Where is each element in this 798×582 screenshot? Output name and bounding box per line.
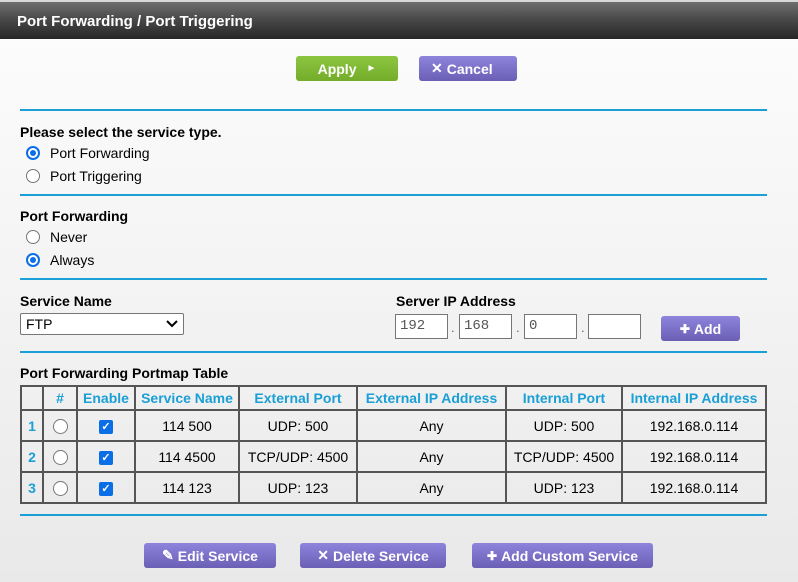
portmap-table: # Enable Service Name External Port Exte…	[20, 385, 767, 504]
pencil-icon: ✎	[162, 547, 174, 563]
external-ip-cell: Any	[356, 471, 507, 504]
row-index: 3	[20, 471, 44, 504]
ip-octet-1-input[interactable]: 192	[395, 314, 448, 339]
close-icon: ✕	[317, 547, 329, 563]
internal-ip-cell: 192.168.0.114	[621, 440, 767, 473]
enable-checkbox[interactable]: ✓	[99, 482, 113, 496]
server-ip-label: Server IP Address	[396, 293, 516, 309]
enable-checkbox[interactable]: ✓	[99, 420, 113, 434]
add-button-label: Add	[693, 320, 722, 337]
ip-octet-3-input[interactable]: 0	[524, 314, 577, 339]
radio-button[interactable]	[26, 253, 40, 267]
table-row: 2 ✓ 114 4500 TCP/UDP: 4500 Any TCP/UDP: …	[20, 440, 767, 473]
radio-button[interactable]	[26, 230, 40, 244]
add-custom-service-button[interactable]: ✚ Add Custom Service	[472, 543, 653, 568]
separator	[20, 351, 767, 353]
internal-ip-cell: 192.168.0.114	[621, 471, 767, 504]
delete-service-button[interactable]: ✕ Delete Service	[300, 543, 446, 568]
ip-octet-2-input[interactable]: 168	[459, 314, 512, 339]
radio-button[interactable]	[26, 169, 40, 183]
row-index: 1	[20, 409, 44, 442]
row-index: 2	[20, 440, 44, 473]
radio-label: Never	[50, 229, 88, 245]
external-port-cell: UDP: 500	[238, 409, 358, 442]
edit-service-button[interactable]: ✎ Edit Service	[144, 543, 276, 568]
separator	[20, 194, 767, 196]
plus-icon: ✚	[679, 321, 690, 336]
radio-always[interactable]: Always	[26, 252, 94, 268]
table-row: 1 ✓ 114 500 UDP: 500 Any UDP: 500 192.16…	[20, 409, 767, 442]
cancel-button[interactable]: ✕ Cancel	[419, 56, 517, 81]
radio-label: Port Forwarding	[50, 145, 150, 161]
row-select-radio[interactable]	[52, 418, 68, 434]
internal-port-cell: UDP: 123	[505, 471, 623, 504]
radio-port-forwarding[interactable]: Port Forwarding	[26, 145, 150, 161]
chevron-down-icon	[166, 320, 178, 328]
edit-service-label: Edit Service	[177, 547, 258, 564]
apply-button-label: Apply	[317, 60, 357, 77]
column-header: #	[42, 385, 78, 411]
selected-value: FTP	[26, 316, 53, 332]
apply-button[interactable]: Apply ►	[296, 56, 398, 81]
column-header: Internal Port	[505, 385, 623, 411]
service-name-label: Service Name	[20, 293, 112, 309]
column-header: Service Name	[134, 385, 240, 411]
enable-checkbox[interactable]: ✓	[99, 451, 113, 465]
radio-label: Always	[50, 252, 95, 268]
add-button[interactable]: ✚ Add	[661, 316, 740, 341]
service-name-cell: 114 123	[134, 471, 240, 504]
table-row: 3 ✓ 114 123 UDP: 123 Any UDP: 123 192.16…	[20, 471, 767, 504]
internal-port-cell: TCP/UDP: 4500	[505, 440, 623, 473]
column-header: Enable	[76, 385, 136, 411]
ip-dot: .	[516, 320, 520, 335]
separator	[20, 278, 767, 280]
separator	[20, 109, 767, 111]
external-port-cell: UDP: 123	[238, 471, 358, 504]
column-header	[20, 385, 44, 411]
external-ip-cell: Any	[356, 409, 507, 442]
cancel-button-label: Cancel	[446, 60, 493, 77]
radio-button[interactable]	[26, 146, 40, 160]
column-header: Internal IP Address	[621, 385, 767, 411]
page-title: Port Forwarding / Port Triggering	[17, 13, 253, 30]
service-name-select[interactable]: FTP	[20, 313, 184, 335]
internal-port-cell: UDP: 500	[505, 409, 623, 442]
external-ip-cell: Any	[356, 440, 507, 473]
delete-service-label: Delete Service	[333, 547, 429, 564]
column-header: External IP Address	[356, 385, 507, 411]
plus-icon: ✚	[487, 548, 498, 563]
portmap-table-title: Port Forwarding Portmap Table	[20, 365, 229, 381]
service-type-label: Please select the service type.	[20, 124, 222, 140]
service-name-cell: 114 500	[134, 409, 240, 442]
close-icon: ✕	[431, 60, 443, 76]
add-custom-service-label: Add Custom Service	[501, 547, 638, 564]
external-port-cell: TCP/UDP: 4500	[238, 440, 358, 473]
radio-port-triggering[interactable]: Port Triggering	[26, 168, 142, 184]
play-arrow-icon: ►	[366, 63, 377, 74]
radio-never[interactable]: Never	[26, 229, 87, 245]
service-name-cell: 114 4500	[134, 440, 240, 473]
ip-dot: .	[581, 320, 585, 335]
table-header-row: # Enable Service Name External Port Exte…	[20, 385, 767, 411]
ip-octet-4-input[interactable]	[588, 314, 641, 339]
column-header: External Port	[238, 385, 358, 411]
ip-dot: .	[451, 320, 455, 335]
row-select-radio[interactable]	[52, 480, 68, 496]
radio-label: Port Triggering	[50, 168, 142, 184]
title-bar: Port Forwarding / Port Triggering	[0, 0, 798, 39]
separator	[20, 514, 767, 516]
internal-ip-cell: 192.168.0.114	[621, 409, 767, 442]
row-select-radio[interactable]	[52, 449, 68, 465]
port-forwarding-label: Port Forwarding	[20, 208, 129, 224]
